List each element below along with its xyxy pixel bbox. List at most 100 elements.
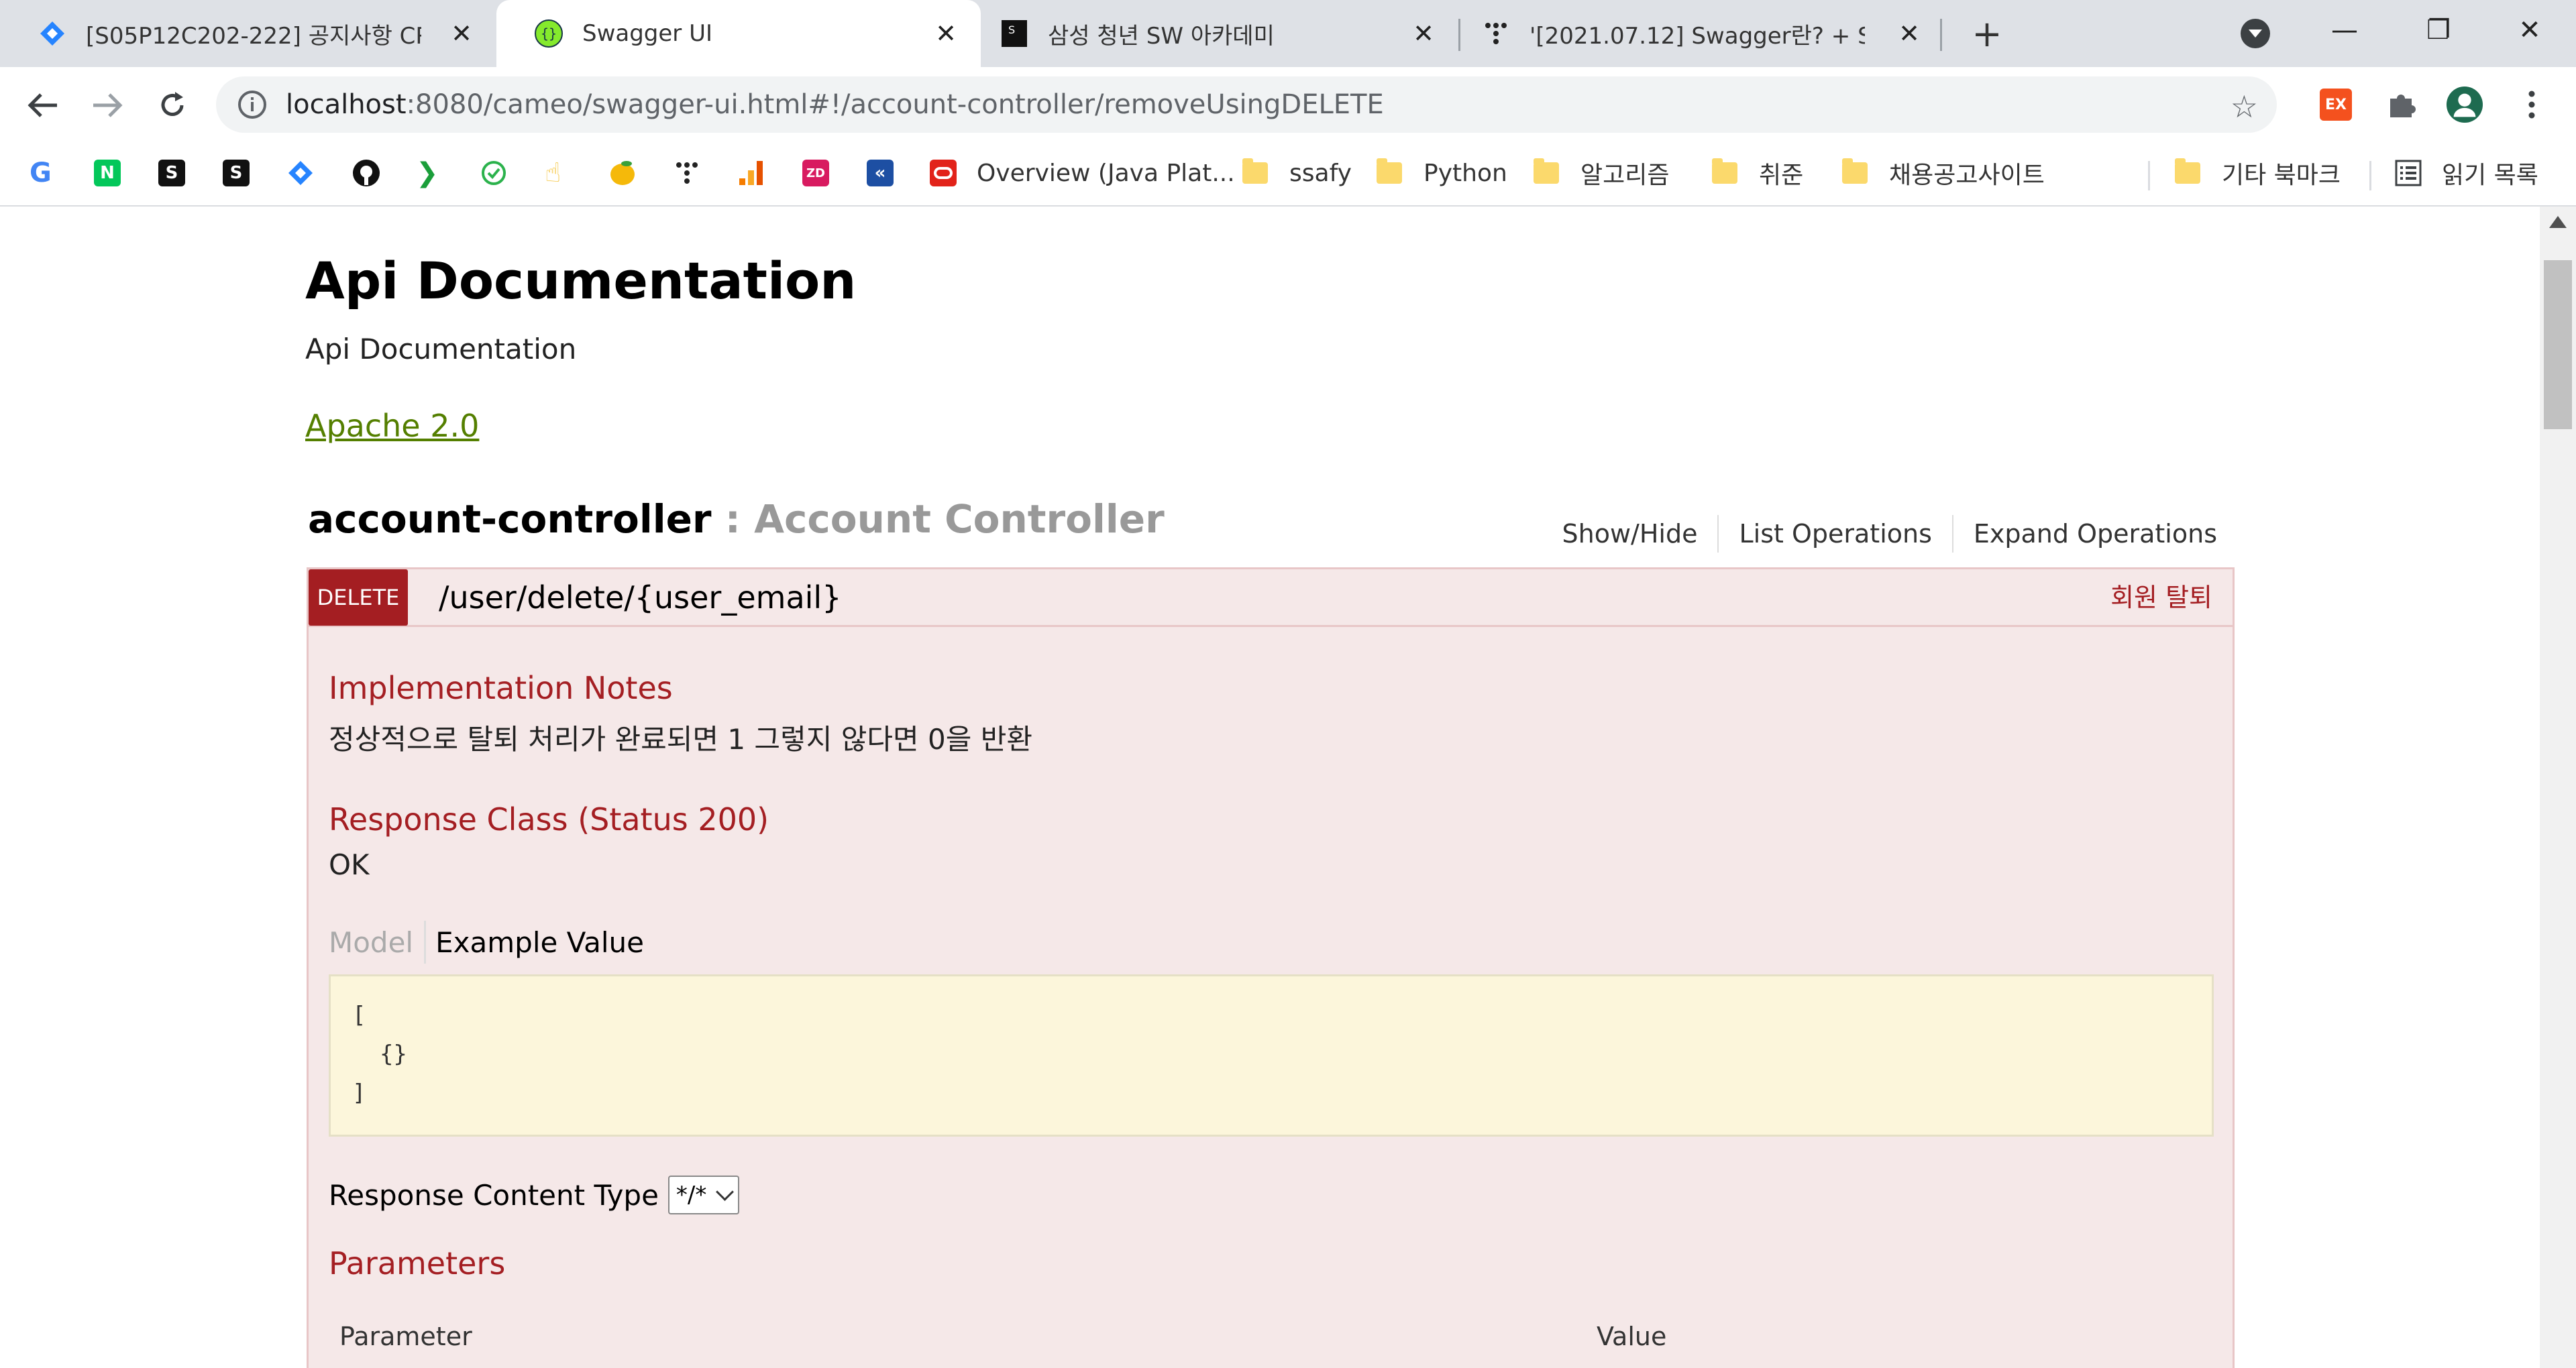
operation-path[interactable]: /user/delete/{user_email} xyxy=(439,569,841,626)
operation-summary[interactable]: 회원 탈퇴 xyxy=(2110,569,2212,626)
naver-icon[interactable]: N xyxy=(94,157,121,189)
parameters-heading: Parameters xyxy=(329,1245,506,1281)
close-tab-icon[interactable]: ✕ xyxy=(445,17,478,50)
folder-icon xyxy=(2175,158,2200,184)
green-arrow-icon[interactable]: ❯ xyxy=(416,157,439,189)
implementation-notes-heading: Implementation Notes xyxy=(329,670,673,706)
close-tab-icon[interactable]: ✕ xyxy=(930,17,962,50)
bookmark-label: 알고리즘 xyxy=(1580,162,1670,189)
snippet-line: {} xyxy=(352,1041,407,1068)
ssafy-icon: S xyxy=(1000,19,1029,48)
analytics-icon[interactable] xyxy=(738,157,765,189)
response-content-type-select[interactable]: */* xyxy=(667,1176,740,1214)
bookmark-folder-job-prep[interactable]: 취준 xyxy=(1712,157,1803,189)
close-tab-icon[interactable]: ✕ xyxy=(1893,17,1925,50)
folder-icon xyxy=(1842,158,1868,184)
folder-icon xyxy=(1712,158,1737,184)
green-circle-icon[interactable] xyxy=(480,157,507,189)
response-content-type-label: Response Content Type xyxy=(329,1178,659,1212)
maximize-button[interactable]: ❐ xyxy=(2395,0,2482,60)
operation-header[interactable]: DELETE /user/delete/{user_email} 회원 탈퇴 xyxy=(309,569,2233,627)
response-content-type: Response Content Type */* xyxy=(329,1176,740,1214)
chevron-down-icon xyxy=(2249,30,2262,38)
tistory-bookmark-icon[interactable] xyxy=(674,157,700,189)
browser-menu-icon[interactable] xyxy=(2513,86,2551,123)
tab-strip: [S05P12C202-222] 공지사항 CRUD ✕ {} Swagger … xyxy=(0,0,2576,67)
google-icon[interactable]: G xyxy=(30,157,52,189)
minimize-button[interactable]: — xyxy=(2301,0,2388,60)
model-tab[interactable]: Model xyxy=(329,926,424,959)
extensions-puzzle-icon[interactable] xyxy=(2383,86,2420,123)
tab-jira[interactable]: [S05P12C202-222] 공지사항 CRUD ✕ xyxy=(0,0,496,67)
close-tab-icon[interactable]: ✕ xyxy=(1407,17,1440,50)
folder-icon xyxy=(1377,158,1402,184)
url-path: :8080/cameo/swagger-ui.html#!/account-co… xyxy=(406,89,1384,120)
signature-tabs: Model Example Value xyxy=(329,921,644,964)
bookmark-star-icon[interactable]: ☆ xyxy=(2231,89,2258,125)
list-operations-link[interactable]: List Operations xyxy=(1719,519,1951,549)
bookmarks-separator xyxy=(2369,161,2371,190)
show-hide-link[interactable]: Show/Hide xyxy=(1542,519,1718,549)
bookmark-label: 기타 북마크 xyxy=(2222,162,2341,189)
svg-text:{}: {} xyxy=(541,25,557,42)
bookmark-folder-python[interactable]: Python xyxy=(1377,157,1507,189)
bookmarks-separator xyxy=(2148,161,2150,190)
ssafy-edu-icon[interactable]: S xyxy=(223,157,250,189)
forward-arrow-icon xyxy=(93,93,123,117)
example-value-snippet[interactable]: [ {} ] xyxy=(329,974,2214,1137)
bookmark-oracle-overview[interactable]: Overview (Java Plat... xyxy=(930,157,1235,189)
tab-search-button[interactable] xyxy=(2241,19,2270,48)
other-bookmarks-folder[interactable]: 기타 북마크 xyxy=(2175,157,2341,189)
bookmark-label: Overview (Java Plat... xyxy=(977,159,1235,187)
page-scrollbar[interactable] xyxy=(2540,207,2576,1368)
codeup-icon[interactable]: « xyxy=(867,157,894,189)
close-window-button[interactable]: ✕ xyxy=(2486,0,2573,60)
controller-heading[interactable]: account-controller : Account Controller xyxy=(308,496,1165,542)
scrollbar-thumb[interactable] xyxy=(2544,260,2572,429)
back-arrow-icon xyxy=(28,93,57,117)
mango-icon[interactable] xyxy=(608,157,637,189)
select-value: */* xyxy=(676,1182,707,1208)
tab-title: '[2021.07.12] Swagger란? + Swagger xyxy=(1529,22,1865,50)
reading-list-label: 읽기 목록 xyxy=(2442,162,2538,189)
scroll-up-arrow-icon[interactable] xyxy=(2549,216,2567,228)
jira-bookmark-icon[interactable] xyxy=(287,157,314,189)
bookmark-folder-ssafy[interactable]: ssafy xyxy=(1242,157,1352,189)
reload-button[interactable] xyxy=(149,82,196,129)
tab-title: [S05P12C202-222] 공지사항 CRUD xyxy=(86,22,421,50)
back-button[interactable] xyxy=(19,82,66,129)
forward-button[interactable] xyxy=(85,82,131,129)
zenhub-icon[interactable]: ZD xyxy=(802,157,829,189)
bookmark-folder-algorithm[interactable]: 알고리즘 xyxy=(1534,157,1669,189)
address-bar[interactable]: localhost:8080/cameo/swagger-ui.html#!/a… xyxy=(216,76,2277,133)
reading-list-button[interactable]: 읽기 목록 xyxy=(2395,157,2538,189)
controller-description: : Account Controller xyxy=(711,496,1165,542)
page-viewport: Api Documentation Api Documentation Apac… xyxy=(0,207,2540,1368)
tab-ssafy[interactable]: S 삼성 청년 SW 아카데미 ✕ xyxy=(981,0,1458,67)
url-text[interactable]: localhost:8080/cameo/swagger-ui.html#!/a… xyxy=(286,76,1384,133)
bookmark-label: ssafy xyxy=(1289,159,1352,187)
snippet-line: ] xyxy=(352,1080,366,1106)
svg-text:S: S xyxy=(1008,23,1015,36)
tab-tistory[interactable]: '[2021.07.12] Swagger란? + Swagger ✕ xyxy=(1461,0,1944,67)
tab-title: Swagger UI xyxy=(582,20,713,47)
expand-operations-link[interactable]: Expand Operations xyxy=(1953,519,2237,549)
ex-extension-icon[interactable]: EX xyxy=(2317,86,2355,123)
bookmark-folder-job-sites[interactable]: 채용공고사이트 xyxy=(1842,157,2045,189)
example-value-tab[interactable]: Example Value xyxy=(435,926,644,959)
browser-toolbar: localhost:8080/cameo/swagger-ui.html#!/a… xyxy=(0,67,2576,141)
new-tab-button[interactable]: + xyxy=(1967,13,2007,55)
parameter-column-header: Parameter xyxy=(339,1322,472,1351)
profile-avatar-icon[interactable] xyxy=(2446,86,2483,123)
github-icon[interactable] xyxy=(352,157,381,189)
bookmarks-bar: G N S S ❯ ☝ ZD « Overview (Java Plat... … xyxy=(0,141,2576,207)
controller-actions: Show/Hide List Operations Expand Operati… xyxy=(1542,515,2238,553)
hand-icon[interactable]: ☝ xyxy=(545,157,561,189)
license-link[interactable]: Apache 2.0 xyxy=(305,408,479,444)
swagger-icon: {} xyxy=(534,19,564,48)
site-info-icon[interactable] xyxy=(236,89,268,121)
ssafy-bookmark-icon[interactable]: S xyxy=(158,157,185,189)
controller-name[interactable]: account-controller xyxy=(308,496,712,542)
tab-swagger[interactable]: {} Swagger UI ✕ xyxy=(496,0,981,67)
http-method-badge[interactable]: DELETE xyxy=(309,569,408,626)
